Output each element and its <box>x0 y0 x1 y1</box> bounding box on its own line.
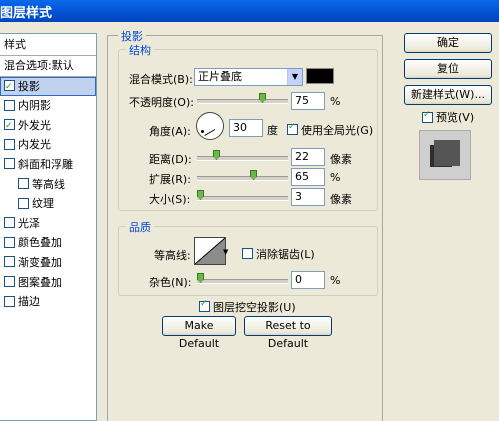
style-item-inner-shadow[interactable]: 内阴影 <box>0 96 96 116</box>
style-item-drop-shadow[interactable]: 投影 <box>0 76 96 98</box>
anti-aliased-checkbox[interactable] <box>242 248 253 259</box>
style-item-label: 渐变叠加 <box>18 255 62 269</box>
texture-checkbox[interactable] <box>18 197 29 209</box>
blend-mode-select[interactable]: 正片叠底 ▼ <box>194 68 303 86</box>
blend-mode-label: 混合模式(B): <box>129 73 193 86</box>
style-item-bevel-emboss[interactable]: 斜面和浮雕 <box>0 155 96 175</box>
size-input[interactable]: 3 <box>291 188 325 206</box>
new-style-button[interactable]: 新建样式(W)... <box>404 85 492 105</box>
spread-label: 扩展(R): <box>149 173 191 186</box>
satin-checkbox[interactable] <box>4 217 15 229</box>
stroke-checkbox[interactable] <box>4 295 15 307</box>
window-title: 图层样式 <box>0 6 53 21</box>
opacity-input[interactable]: 75 <box>291 92 325 110</box>
distance-unit: 像素 <box>330 153 352 166</box>
style-item-label: 内发光 <box>18 138 51 152</box>
opacity-slider-track[interactable] <box>197 99 288 104</box>
style-item-label: 描边 <box>18 295 40 309</box>
outer-glow-checkbox[interactable] <box>4 117 15 137</box>
size-slider-track[interactable] <box>197 196 288 201</box>
noise-label: 杂色(N): <box>149 276 192 289</box>
style-item-contour[interactable]: 等高线 <box>0 175 96 195</box>
angle-dial-dot <box>201 130 204 133</box>
style-item-stroke[interactable]: 描边 <box>0 292 96 312</box>
inner-glow-checkbox[interactable] <box>4 138 15 150</box>
style-item-label: 投影 <box>18 79 40 93</box>
blend-mode-value: 正片叠底 <box>198 70 242 83</box>
knockout-checkbox[interactable] <box>199 299 210 312</box>
style-item-inner-glow[interactable]: 内发光 <box>0 135 96 155</box>
drop-shadow-checkbox[interactable] <box>4 78 15 98</box>
style-item-gradient-overlay[interactable]: 渐变叠加 <box>0 253 96 273</box>
structure-title: 结构 <box>126 42 154 58</box>
preview-label[interactable]: 预览(V) <box>436 109 474 125</box>
inner-shadow-checkbox[interactable] <box>4 99 15 111</box>
gradient-overlay-checkbox[interactable] <box>4 256 15 268</box>
drop-shadow-panel: 投影 结构 混合模式(B): 正片叠底 ▼ 不透明度(O): 75 % 角度(A… <box>107 28 383 421</box>
size-unit: 像素 <box>330 193 352 206</box>
opacity-label: 不透明度(O): <box>129 96 194 109</box>
noise-input[interactable]: 0 <box>291 271 325 289</box>
preview-checkbox[interactable] <box>422 110 433 123</box>
styles-header[interactable]: 样式 <box>0 34 96 56</box>
style-item-texture[interactable]: 纹理 <box>0 194 96 214</box>
style-item-label: 斜面和浮雕 <box>18 157 73 171</box>
noise-slider-track[interactable] <box>197 279 288 284</box>
contour-label: 等高线: <box>154 249 191 262</box>
style-item-satin[interactable]: 光泽 <box>0 214 96 234</box>
spread-unit: % <box>330 171 341 184</box>
shadow-color-swatch[interactable] <box>306 68 334 84</box>
style-item-label: 图案叠加 <box>18 275 62 289</box>
angle-input[interactable]: 30 <box>229 119 263 137</box>
noise-unit: % <box>330 274 341 287</box>
angle-label: 角度(A): <box>149 125 191 138</box>
anti-aliased-label[interactable]: 消除锯齿(L) <box>256 246 315 262</box>
distance-label: 距离(D): <box>149 153 192 166</box>
reset-to-default-button[interactable]: Reset to Default <box>244 316 332 350</box>
style-preview-thumbnail <box>419 130 471 180</box>
bevel-emboss-checkbox[interactable] <box>4 158 15 170</box>
global-light-label[interactable]: 使用全局光(G) <box>301 122 373 138</box>
quality-title: 品质 <box>126 219 154 235</box>
style-item-label: 纹理 <box>32 197 54 211</box>
angle-unit: 度 <box>267 124 278 137</box>
preview-main-shape <box>434 140 460 166</box>
style-item-pattern-overlay[interactable]: 图案叠加 <box>0 273 96 293</box>
style-item-label: 等高线 <box>32 177 65 191</box>
reset-button[interactable]: 复位 <box>404 59 492 79</box>
style-item-label: 光泽 <box>18 216 40 230</box>
knockout-label[interactable]: 图层挖空投影(U) <box>213 299 296 315</box>
size-label: 大小(S): <box>149 193 191 206</box>
title-bar: 图层样式 <box>0 0 499 22</box>
global-light-checkbox[interactable] <box>287 122 298 135</box>
make-default-button[interactable]: Make Default <box>162 316 236 350</box>
style-item-label: 内阴影 <box>18 99 51 113</box>
spread-slider-track[interactable] <box>197 176 288 181</box>
opacity-unit: % <box>330 95 341 108</box>
blend-options-item[interactable]: 混合选项:默认 <box>0 56 96 77</box>
styles-list: 样式 混合选项:默认 投影 内阴影 外发光 内发光 斜面和浮雕 等高线 纹理 光… <box>0 33 97 421</box>
distance-input[interactable]: 22 <box>291 148 325 166</box>
contour-dropdown-icon[interactable]: ▼ <box>223 248 228 256</box>
contour-picker[interactable] <box>194 237 226 265</box>
style-item-label: 颜色叠加 <box>18 236 62 250</box>
distance-slider-track[interactable] <box>197 156 288 161</box>
style-item-outer-glow[interactable]: 外发光 <box>0 116 96 137</box>
ok-button[interactable]: 确定 <box>404 33 492 53</box>
color-overlay-checkbox[interactable] <box>4 236 15 248</box>
style-item-label: 外发光 <box>18 118 51 132</box>
angle-dial[interactable] <box>196 112 224 140</box>
spread-input[interactable]: 65 <box>291 168 325 186</box>
style-item-color-overlay[interactable]: 颜色叠加 <box>0 233 96 253</box>
pattern-overlay-checkbox[interactable] <box>4 276 15 288</box>
angle-dial-hand <box>204 129 216 136</box>
contour-curve-icon <box>195 238 225 264</box>
chevron-down-icon: ▼ <box>287 69 302 85</box>
contour-checkbox[interactable] <box>18 178 29 190</box>
